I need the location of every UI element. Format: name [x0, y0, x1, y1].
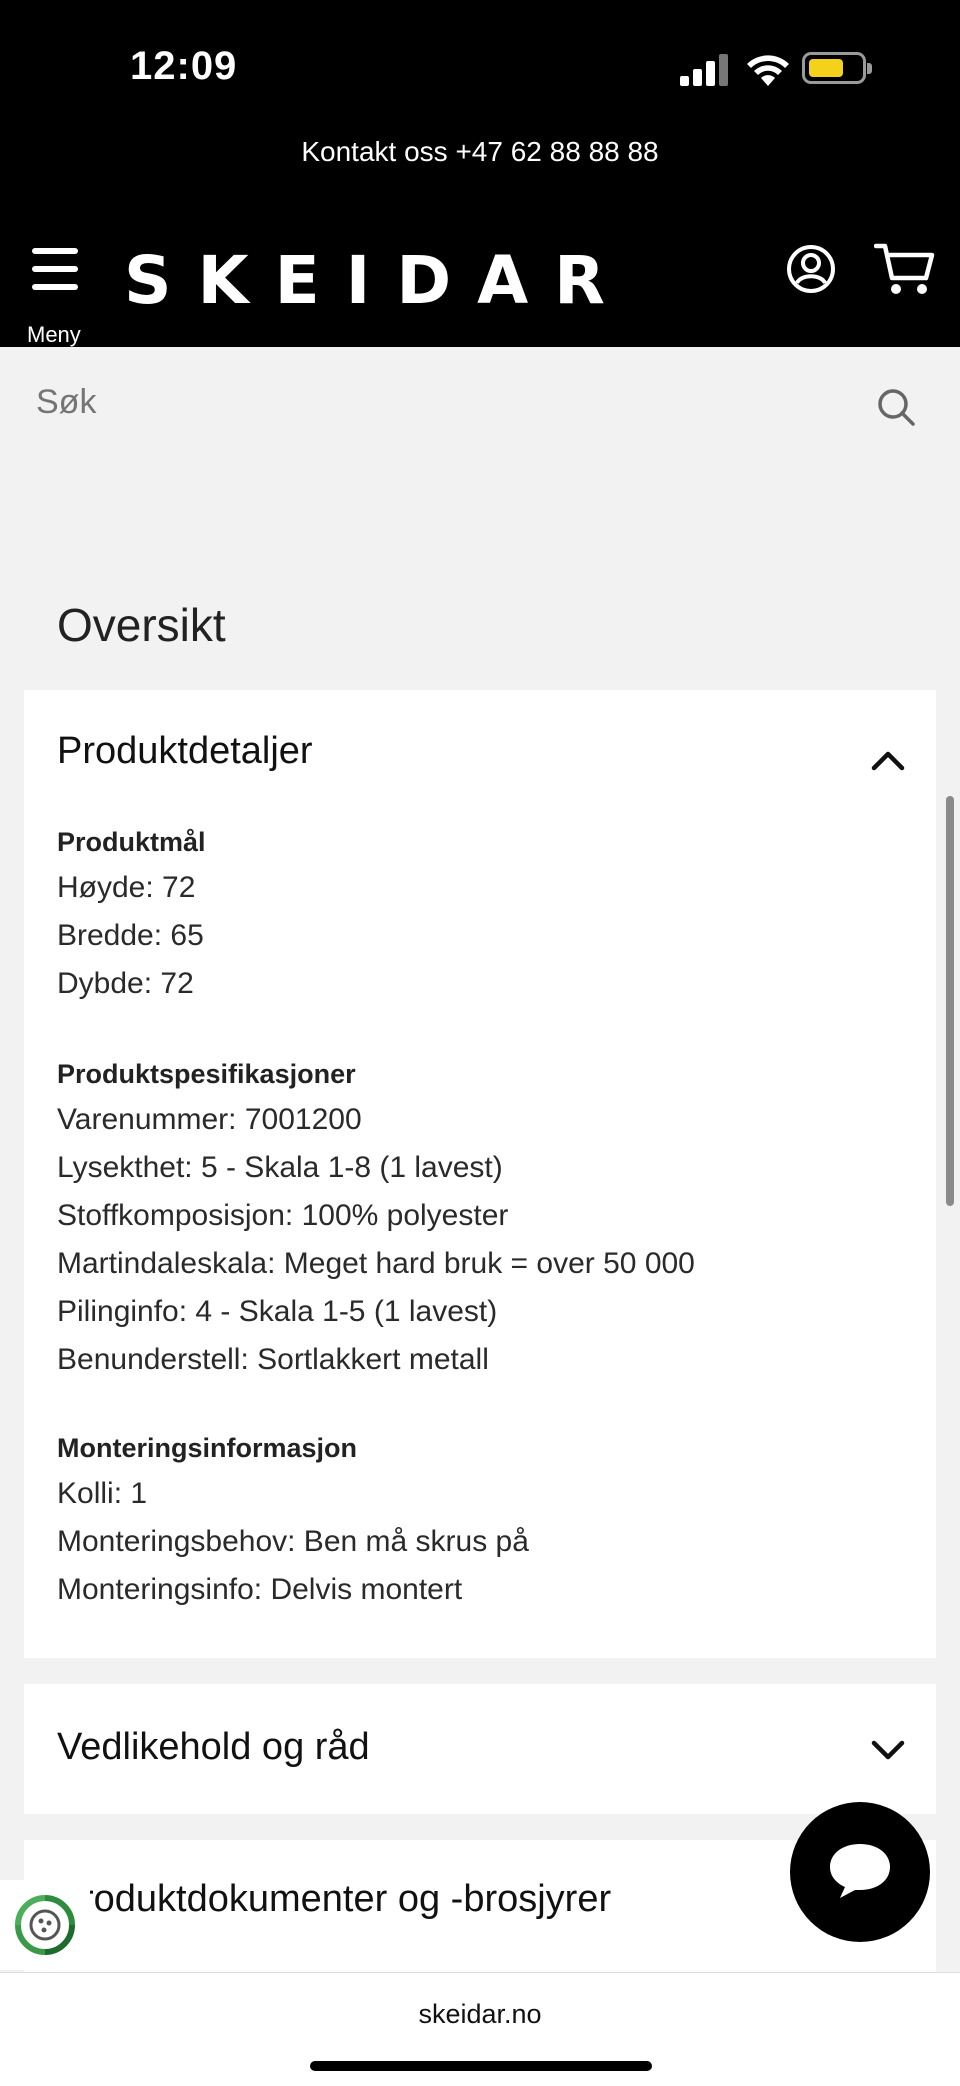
status-bar: 12:09 [0, 0, 960, 130]
section-heading: Produktspesifikasjoner [57, 1059, 356, 1089]
maintenance-header[interactable]: Vedlikehold og råd [57, 1726, 370, 1769]
product-details-accordion: Produktdetaljer Produktmål Høyde: 72 Bre… [24, 690, 936, 1658]
section-heading: Produktmål [57, 827, 206, 857]
signal-icon [680, 52, 730, 86]
detail-line: Stoffkomposisjon: 100% polyester [57, 1199, 509, 1232]
section-assembly-info: Monteringsinformasjon Kolli: 1 Montering… [57, 1426, 529, 1614]
documents-header[interactable]: roduktdokumenter og -brosjyrer [81, 1878, 611, 1921]
browser-address-bar[interactable]: skeidar.no [0, 1972, 960, 2086]
detail-line: Monteringsbehov: Ben må skrus på [57, 1525, 529, 1558]
battery-icon [802, 52, 872, 84]
home-indicator[interactable] [310, 2061, 652, 2071]
chat-bubble-icon [830, 1844, 890, 1898]
search-icon[interactable] [876, 387, 916, 427]
wifi-icon [747, 55, 789, 86]
product-details-header[interactable]: Produktdetaljer [57, 730, 313, 773]
detail-line: Monteringsinfo: Delvis montert [57, 1573, 463, 1606]
detail-line: Høyde: 72 [57, 871, 196, 904]
menu-icon [32, 248, 78, 254]
chevron-down-icon[interactable] [870, 1738, 906, 1762]
section-product-dimensions: Produktmål Høyde: 72 Bredde: 65 Dybde: 7… [57, 820, 206, 1008]
url-text[interactable]: skeidar.no [0, 1999, 960, 2030]
recycle-badge[interactable] [0, 1880, 90, 1970]
site-header: Meny SKEIDAR [0, 220, 960, 347]
detail-line: Varenummer: 7001200 [57, 1103, 362, 1136]
detail-line: Martindaleskala: Meget hard bruk = over … [57, 1247, 695, 1280]
skeidar-logo[interactable]: SKEIDAR [124, 242, 631, 319]
detail-line: Kolli: 1 [57, 1477, 148, 1510]
menu-button[interactable]: Meny [22, 242, 92, 347]
chevron-up-icon[interactable] [870, 748, 906, 772]
overview-title: Oversikt [57, 599, 226, 651]
scrollbar[interactable] [946, 796, 954, 1206]
detail-line: Benunderstell: Sortlakkert metall [57, 1343, 489, 1376]
search-bar [0, 347, 960, 467]
section-heading: Monteringsinformasjon [57, 1433, 358, 1463]
chat-button[interactable] [790, 1802, 930, 1942]
search-input[interactable] [36, 383, 856, 422]
account-icon[interactable] [786, 244, 836, 294]
contact-text[interactable]: Kontakt oss +47 62 88 88 88 [301, 130, 658, 174]
menu-label: Meny [27, 322, 81, 347]
cart-icon[interactable] [874, 242, 936, 298]
maintenance-accordion[interactable]: Vedlikehold og råd [24, 1684, 936, 1814]
contact-bar[interactable]: Kontakt oss +47 62 88 88 88 [0, 130, 960, 220]
detail-line: Lysekthet: 5 - Skala 1-8 (1 lavest) [57, 1151, 503, 1184]
detail-line: Bredde: 65 [57, 919, 204, 952]
detail-line: Pilinginfo: 4 - Skala 1-5 (1 lavest) [57, 1295, 498, 1328]
recycle-icon [15, 1895, 75, 1955]
section-product-specs: Produktspesifikasjoner Varenummer: 70012… [57, 1052, 695, 1384]
detail-line: Dybde: 72 [57, 967, 194, 1000]
status-time: 12:09 [130, 44, 238, 88]
